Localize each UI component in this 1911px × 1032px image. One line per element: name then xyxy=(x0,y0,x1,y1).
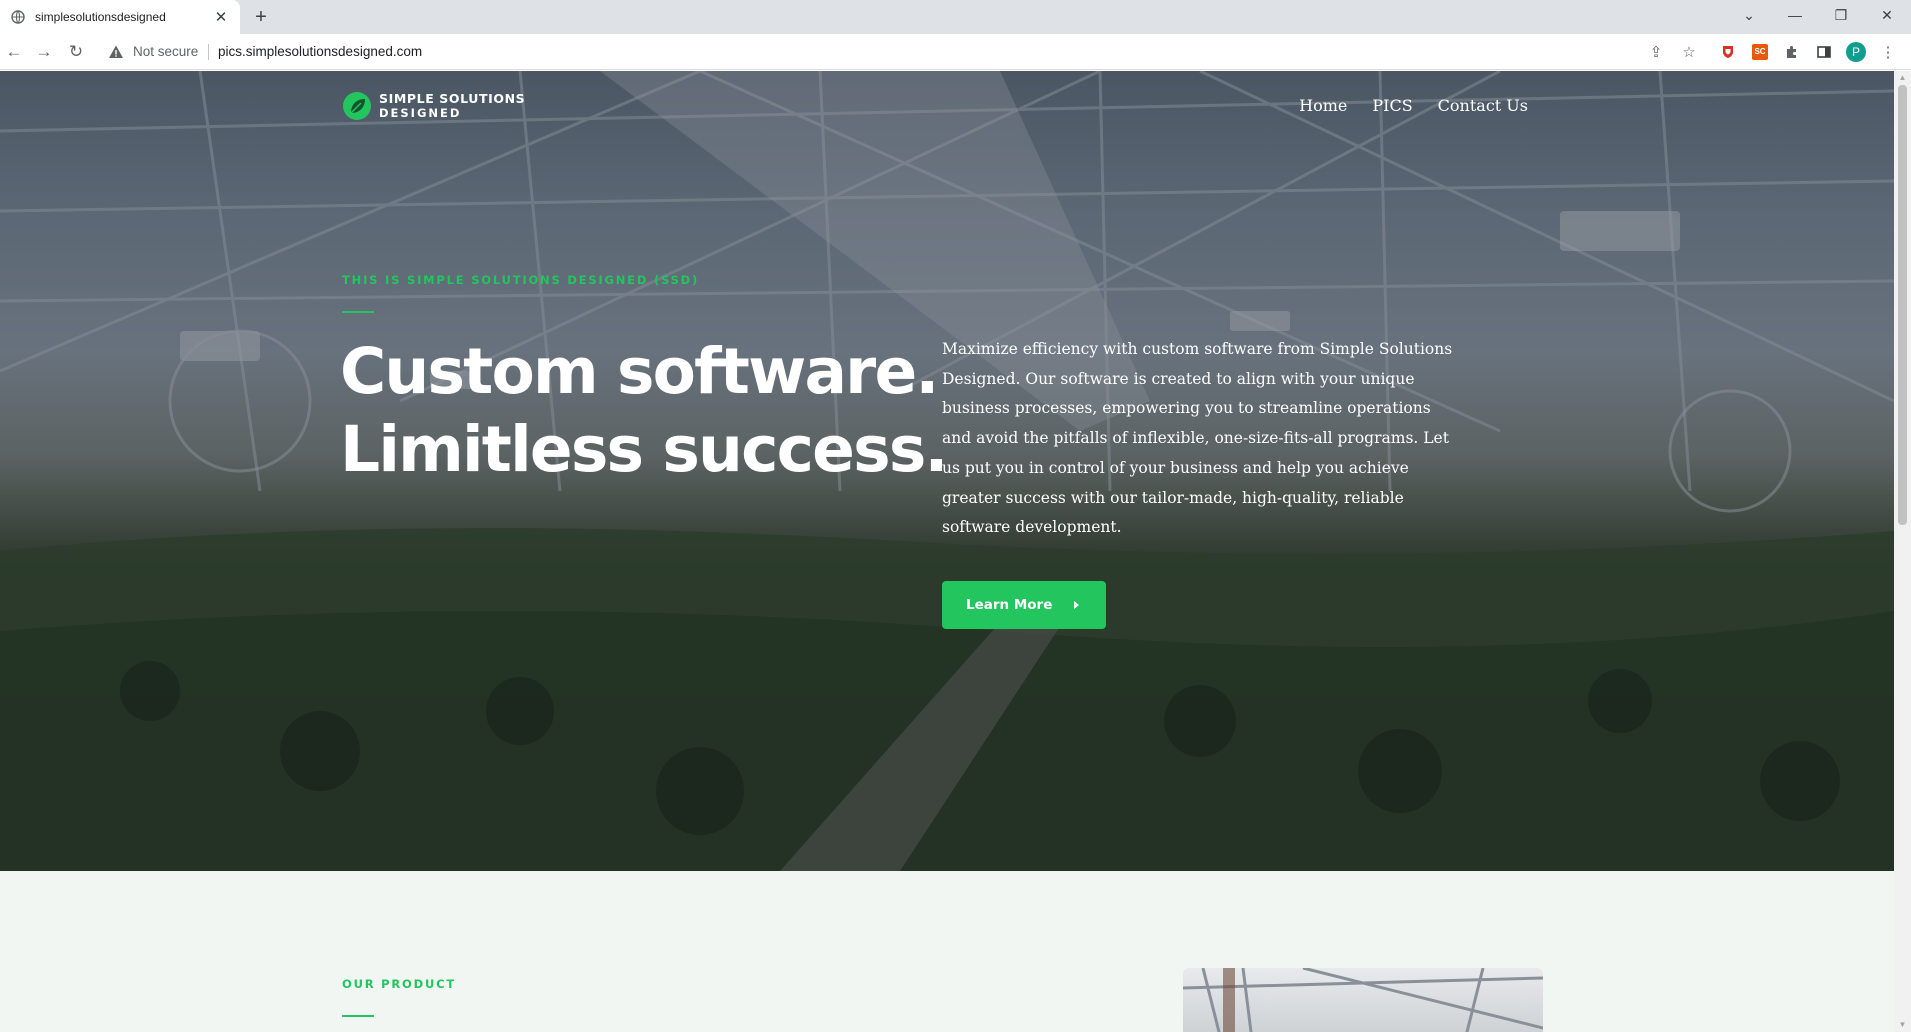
close-tab-icon[interactable]: ✕ xyxy=(212,8,230,26)
share-icon[interactable]: ⇪ xyxy=(1646,42,1666,62)
security-label[interactable]: Not secure xyxy=(133,44,198,59)
main-nav: Home PICS Contact Us xyxy=(1274,96,1528,115)
url-text[interactable]: pics.simplesolutionsdesigned.com xyxy=(218,44,422,59)
new-tab-button[interactable]: + xyxy=(250,6,272,28)
address-divider xyxy=(208,44,209,60)
hero-description: Maximize efficiency with custom software… xyxy=(942,340,1453,537)
logo-line-1: SIMPLE SOLUTIONS xyxy=(379,91,526,106)
hero-eyebrow: THIS IS SIMPLE SOLUTIONS DESIGNED (SSD) xyxy=(342,273,700,287)
page-viewport: SIMPLE SOLUTIONS DESIGNED Home PICS Cont… xyxy=(0,71,1894,1032)
bookmark-star-icon[interactable]: ☆ xyxy=(1679,42,1699,62)
scroll-up-icon[interactable]: ▲ xyxy=(1898,74,1907,82)
page-scrollbar[interactable]: ▲ ▼ xyxy=(1894,71,1911,1032)
tab-search-icon[interactable]: ⌄ xyxy=(1726,0,1772,30)
product-image xyxy=(1183,968,1543,1032)
headline-line-2: Limitless success. xyxy=(340,413,948,486)
headline-line-1: Custom software. xyxy=(340,335,939,408)
product-section: OUR PRODUCT xyxy=(0,871,1894,1032)
profile-avatar[interactable]: P xyxy=(1846,42,1866,62)
learn-more-button[interactable]: Learn More xyxy=(942,581,1106,629)
scrollbar-thumb[interactable] xyxy=(1898,85,1907,525)
browser-toolbar: ← → ↻ Not secure pics.simplesolutionsdes… xyxy=(0,34,1911,70)
nav-contact-us[interactable]: Contact Us xyxy=(1438,96,1528,115)
globe-icon xyxy=(10,9,26,25)
close-window-icon[interactable]: ✕ xyxy=(1864,0,1910,30)
warning-icon[interactable] xyxy=(108,44,124,60)
browser-tab-strip: simplesolutionsdesigned ✕ + ⌄ — ❐ ✕ xyxy=(0,0,1911,34)
hero-eyebrow-rule xyxy=(342,311,374,313)
nav-pics[interactable]: PICS xyxy=(1372,96,1412,115)
side-panel-icon[interactable] xyxy=(1814,42,1834,62)
tab-title: simplesolutionsdesigned xyxy=(35,10,166,24)
browser-tab[interactable]: simplesolutionsdesigned ✕ xyxy=(0,0,240,34)
product-eyebrow: OUR PRODUCT xyxy=(342,977,457,991)
logo-wordmark: SIMPLE SOLUTIONS DESIGNED xyxy=(379,91,526,121)
sc-extension-icon[interactable]: SC xyxy=(1750,42,1770,62)
extensions-puzzle-icon[interactable] xyxy=(1782,42,1802,62)
address-bar[interactable]: Not secure pics.simplesolutionsdesigned.… xyxy=(100,38,1715,66)
site-logo[interactable]: SIMPLE SOLUTIONS DESIGNED xyxy=(342,91,525,121)
learn-more-label: Learn More xyxy=(966,597,1053,613)
reload-icon[interactable]: ↻ xyxy=(64,40,88,64)
hero-section: SIMPLE SOLUTIONS DESIGNED Home PICS Cont… xyxy=(0,71,1894,871)
minimize-icon[interactable]: — xyxy=(1772,0,1818,30)
greenhouse-thumbnail xyxy=(1183,968,1543,1032)
back-icon[interactable]: ← xyxy=(2,40,26,64)
shield-extension-icon[interactable] xyxy=(1718,42,1738,62)
logo-line-2: DESIGNED xyxy=(379,106,462,120)
forward-icon[interactable]: → xyxy=(32,40,56,64)
restore-icon[interactable]: ❐ xyxy=(1818,0,1864,30)
nav-home[interactable]: Home xyxy=(1299,96,1347,115)
product-eyebrow-rule xyxy=(342,1015,374,1017)
menu-kebab-icon[interactable]: ⋮ xyxy=(1878,42,1898,62)
hero-headline: Custom software. Limitless success. xyxy=(340,333,948,489)
caret-right-icon xyxy=(1074,601,1080,609)
leaf-logo-icon xyxy=(343,92,371,120)
scroll-down-icon[interactable]: ▼ xyxy=(1898,1021,1907,1029)
